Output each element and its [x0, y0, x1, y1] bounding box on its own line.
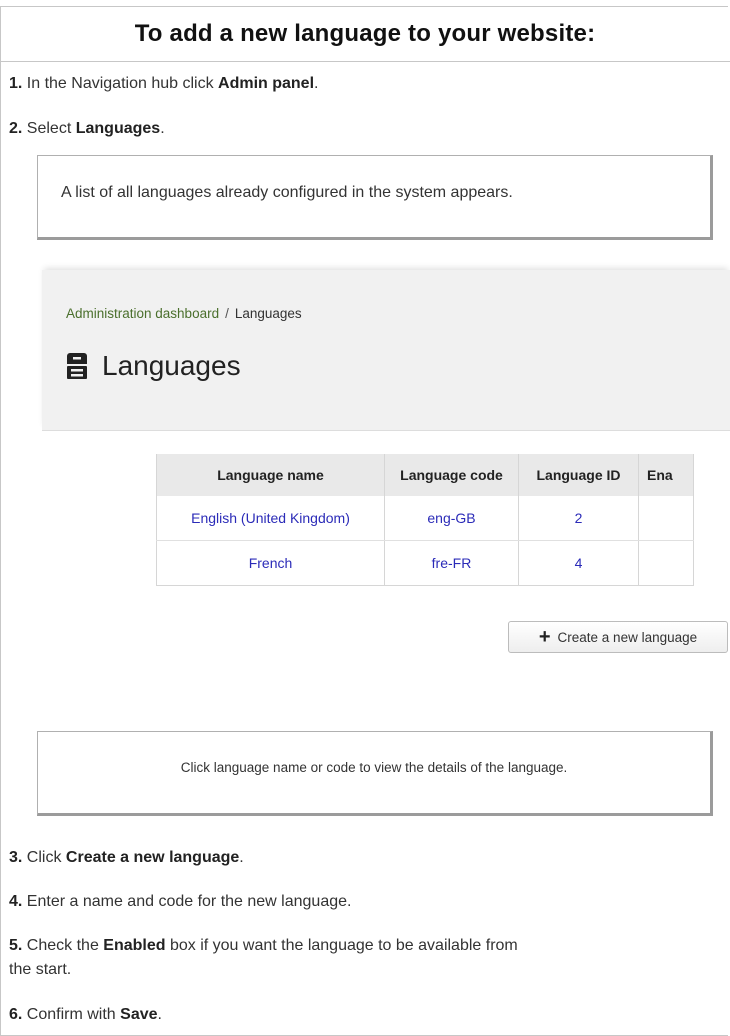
info-note-click: Click language name or code to view the …: [37, 731, 713, 816]
step-3: 3. Click Create a new language.: [9, 849, 244, 866]
enabled-cell: [638, 540, 694, 586]
table-header-row: Language name Language code Language ID …: [156, 454, 694, 496]
info-note-list: A list of all languages already configur…: [37, 155, 713, 240]
table-row: English (United Kingdom) eng-GB 2: [156, 496, 694, 541]
languages-icon: [66, 353, 88, 379]
breadcrumb-link-dashboard[interactable]: Administration dashboard: [66, 306, 219, 321]
page-header: Administration dashboard / Languages Langu…: [42, 270, 730, 431]
info-note-text: A list of all languages already configur…: [61, 184, 513, 201]
language-code-cell[interactable]: eng-GB: [384, 496, 519, 541]
info-note-text: Click language name or code to view the …: [180, 760, 568, 775]
language-id-cell: 2: [518, 496, 639, 541]
column-language-name[interactable]: Language name: [156, 454, 385, 496]
page-title-text: Languages: [102, 350, 241, 381]
step-2: 2. Select Languages.: [9, 120, 165, 137]
enabled-cell: [638, 496, 694, 541]
page-title: Languages: [66, 350, 241, 382]
language-name-cell[interactable]: English (United Kingdom): [156, 496, 385, 541]
languages-table: Language name Language code Language ID …: [156, 454, 694, 586]
language-code-cell[interactable]: fre-FR: [384, 540, 519, 586]
step-1: 1. In the Navigation hub click Admin pan…: [9, 75, 319, 92]
language-name-cell[interactable]: French: [156, 540, 385, 586]
column-language-id[interactable]: Language ID: [518, 454, 639, 496]
breadcrumb: Administration dashboard / Languages: [66, 306, 302, 321]
step-5: 5. Check the Enabled box if you want the…: [9, 937, 518, 978]
create-language-button-label: Create a new language: [557, 629, 698, 645]
column-language-code[interactable]: Language code: [384, 454, 519, 496]
heading-divider: [0, 61, 730, 62]
language-id-cell: 4: [518, 540, 639, 586]
breadcrumb-current: Languages: [234, 306, 302, 321]
column-enabled[interactable]: Ena: [638, 454, 694, 496]
step-4: 4. Enter a name and code for the new lan…: [9, 893, 352, 910]
step-6: 6. Confirm with Save.: [9, 1006, 162, 1023]
create-language-button[interactable]: + Create a new language: [508, 621, 728, 653]
plus-icon: +: [538, 626, 551, 648]
breadcrumb-separator: /: [225, 306, 229, 321]
document-heading: To add a new language to your website:: [134, 20, 596, 47]
table-row: French fre-FR 4: [156, 540, 694, 586]
admin-screenshot: Administration dashboard / Languages Langu…: [42, 270, 730, 653]
